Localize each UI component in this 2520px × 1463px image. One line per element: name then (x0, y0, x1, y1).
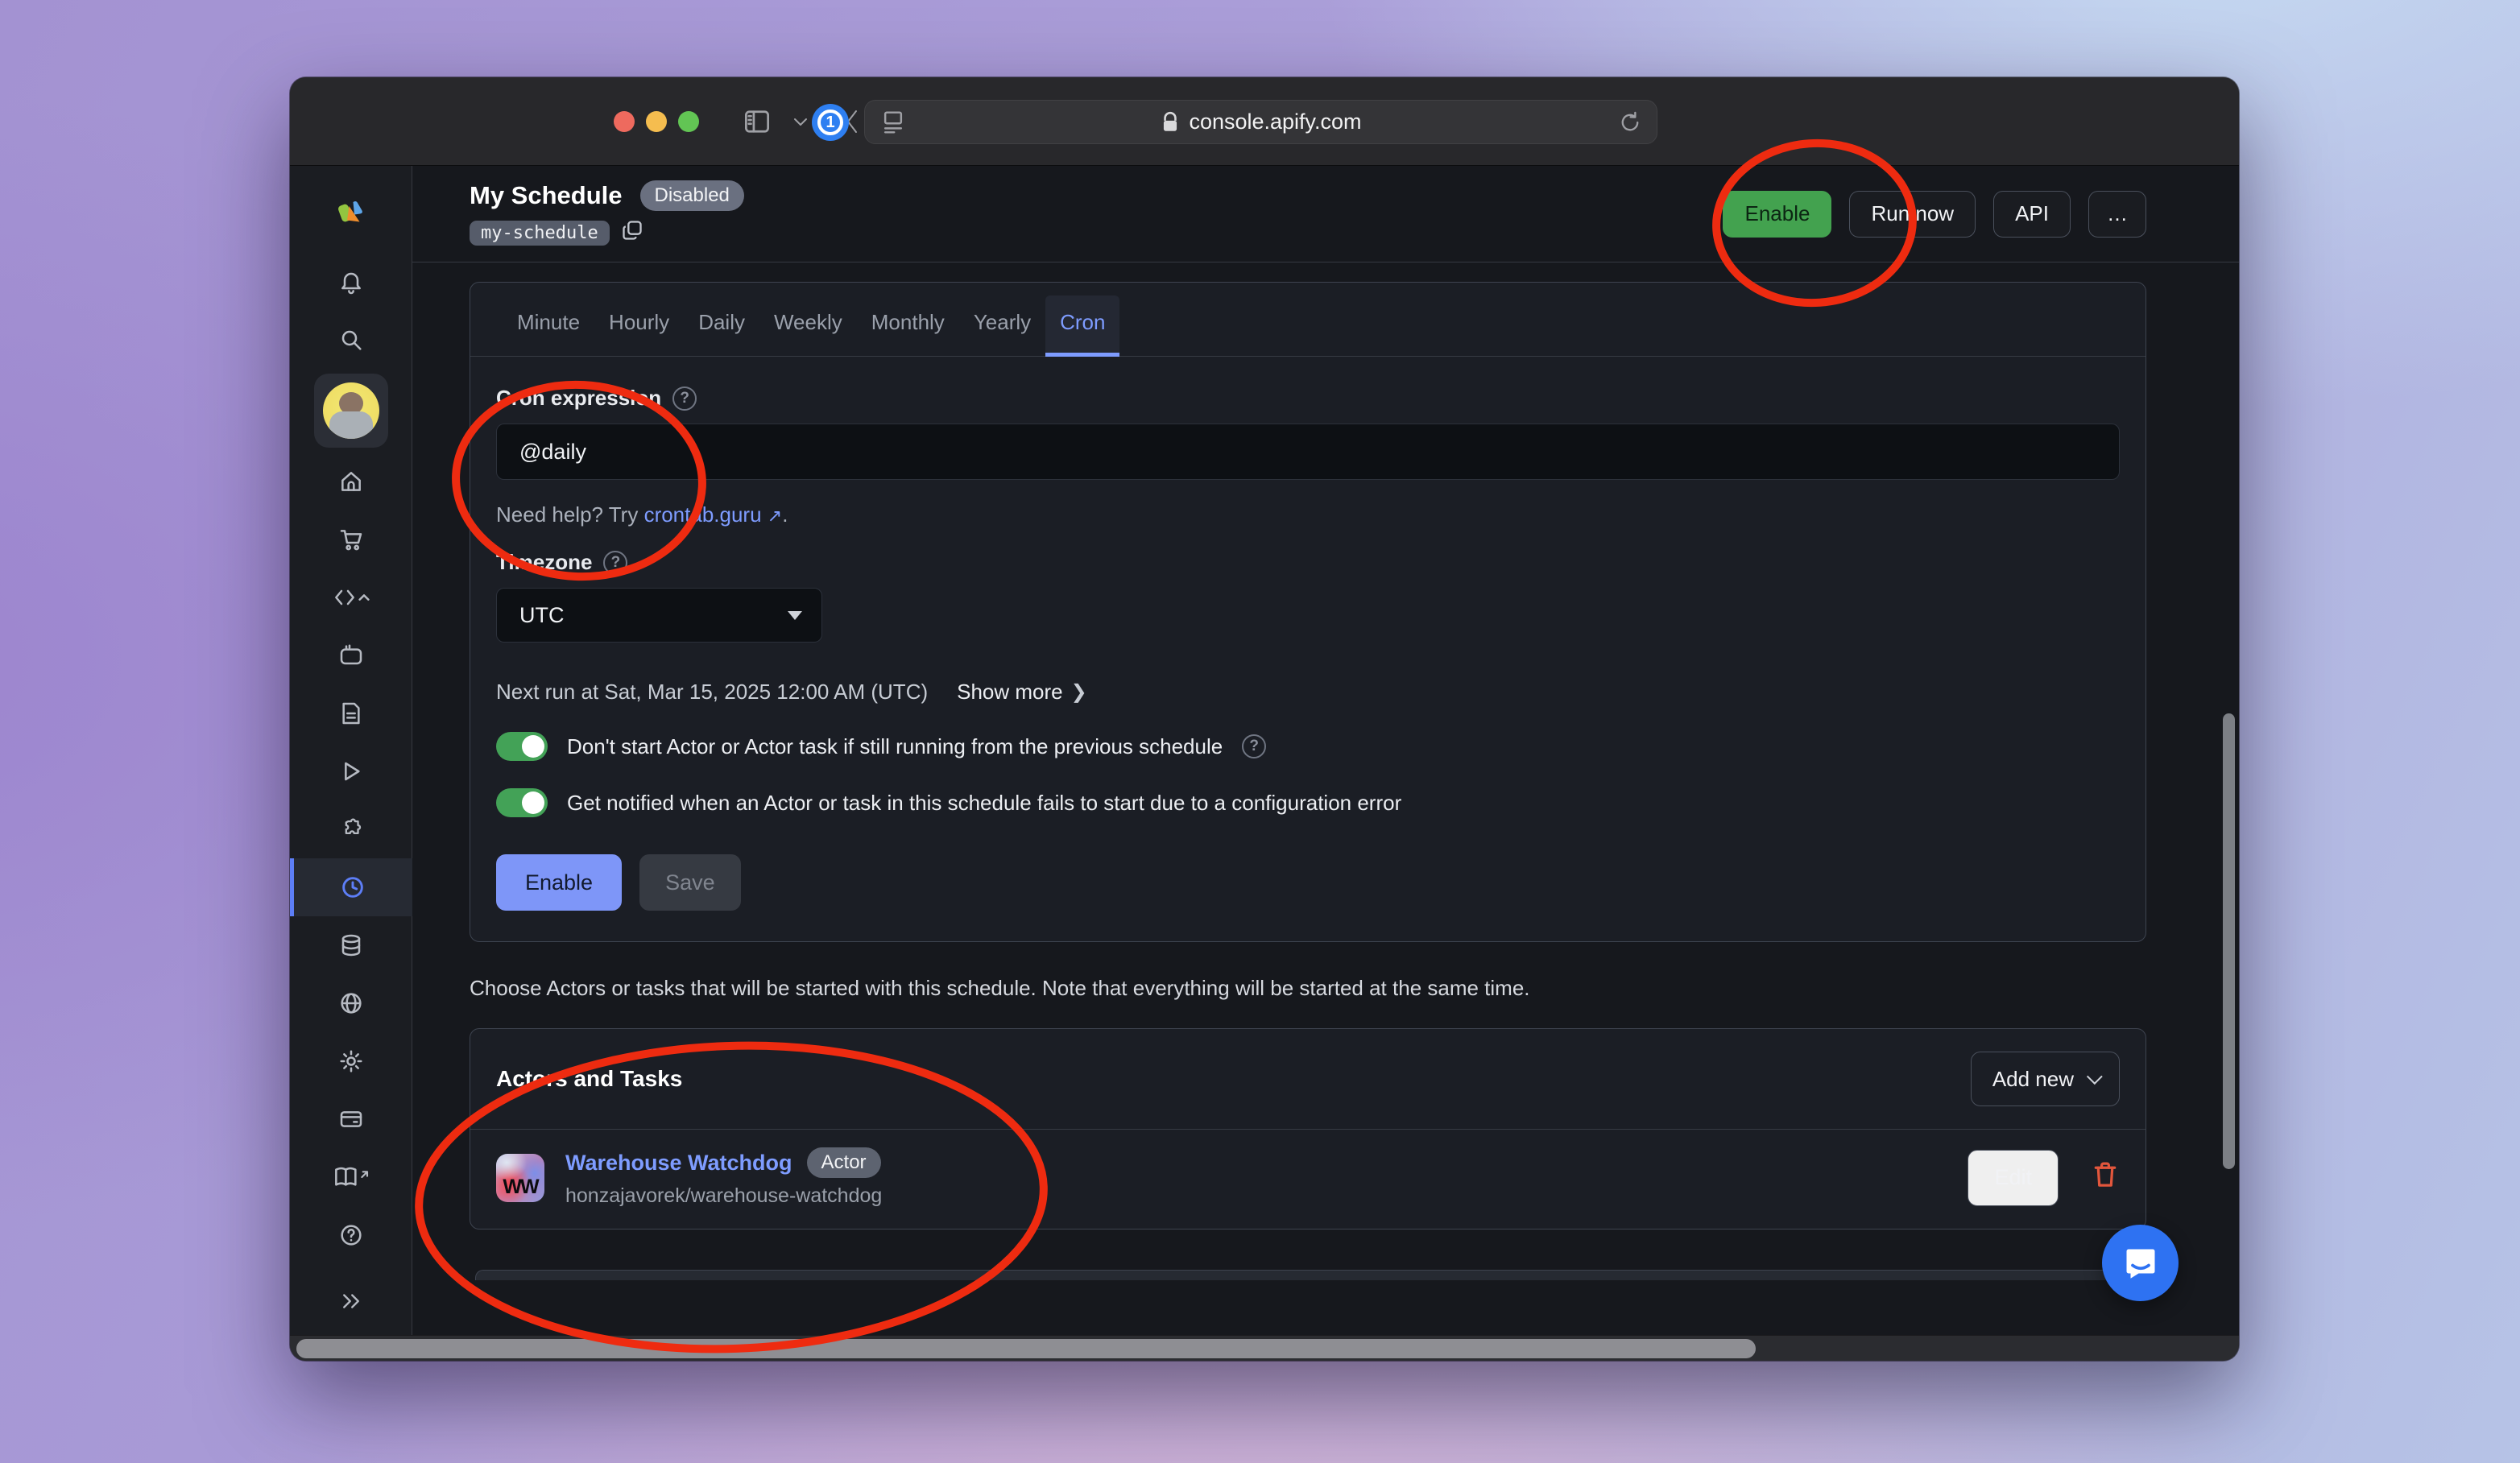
enable-button-form[interactable]: Enable (496, 854, 622, 911)
copy-icon[interactable] (621, 219, 643, 247)
notifications-bell-icon[interactable] (290, 253, 412, 311)
onepassword-extension-icon[interactable]: 1 (812, 104, 849, 141)
actor-handle: honzajavorek/warehouse-watchdog (565, 1184, 882, 1208)
horizontal-scrollbar-thumb[interactable] (296, 1339, 1756, 1358)
actor-row: WW Warehouse Watchdog Actor honzajavorek… (470, 1130, 2146, 1229)
chat-bubble-icon (2121, 1243, 2161, 1283)
cron-expression-input[interactable]: @daily (496, 424, 2120, 480)
minimize-window-button[interactable] (646, 111, 667, 132)
app-sidebar (290, 166, 412, 1335)
run-now-button[interactable]: Run now (1849, 191, 1976, 238)
expand-sidebar-icon[interactable] (290, 1272, 412, 1330)
storage-database-icon[interactable] (290, 916, 412, 974)
actor-name-link[interactable]: Warehouse Watchdog (565, 1151, 792, 1176)
timezone-label: Timezone (496, 550, 592, 575)
timezone-value: UTC (519, 603, 565, 628)
browser-titlebar: 1 console.apify.com (290, 77, 2239, 166)
chevron-down-icon[interactable] (788, 101, 813, 142)
schedules-clock-icon[interactable] (290, 858, 412, 916)
show-more-label: Show more (957, 680, 1063, 705)
main-content: My Schedule Disabled my-schedule Enable … (412, 166, 2239, 1335)
actor-avatar: WW (496, 1154, 544, 1202)
help-prefix-text: Need help? Try (496, 502, 644, 527)
frequency-tabs: Minute Hourly Daily Weekly Monthly Yearl… (470, 283, 2146, 357)
next-run-text: Next run at Sat, Mar 15, 2025 12:00 AM (… (496, 680, 928, 705)
page-title: My Schedule (470, 181, 623, 210)
home-icon[interactable] (290, 453, 412, 510)
next-section-sliver (475, 1270, 2138, 1280)
reload-icon[interactable] (1618, 102, 1642, 143)
add-new-button[interactable]: Add new (1971, 1052, 2120, 1106)
proxy-globe-icon[interactable] (290, 974, 412, 1032)
docs-book-icon[interactable] (290, 1148, 412, 1206)
save-button[interactable]: Save (639, 854, 741, 911)
chat-widget-button[interactable] (2102, 1225, 2179, 1301)
tab-daily[interactable]: Daily (684, 295, 759, 357)
schedule-settings-card: Minute Hourly Daily Weekly Monthly Yearl… (470, 282, 2146, 942)
integrations-puzzle-icon[interactable] (290, 800, 412, 858)
close-window-button[interactable] (614, 111, 635, 132)
dont-start-help-icon[interactable]: ? (1242, 734, 1266, 758)
status-badge: Disabled (640, 180, 744, 211)
chevron-right-icon: ❯ (1071, 680, 1087, 704)
zoom-window-button[interactable] (678, 111, 699, 132)
show-more-link[interactable]: Show more ❯ (957, 680, 1087, 705)
crontab-guru-link[interactable]: crontab.guru (644, 502, 762, 527)
cron-help-icon[interactable]: ? (672, 386, 697, 411)
trash-icon[interactable] (2091, 1159, 2120, 1196)
search-icon[interactable] (290, 311, 412, 369)
api-button[interactable]: API (1993, 191, 2071, 238)
help-suffix-text: . (782, 502, 788, 527)
actors-icon[interactable] (290, 626, 412, 684)
timezone-select[interactable]: UTC (496, 588, 822, 643)
dont-start-toggle[interactable] (496, 732, 548, 761)
more-actions-button[interactable]: … (2088, 191, 2146, 238)
actors-description: Choose Actors or tasks that will be star… (470, 976, 2146, 1001)
timezone-help-icon[interactable]: ? (603, 551, 627, 575)
select-caret-icon (788, 611, 802, 620)
page-header: My Schedule Disabled my-schedule Enable … (412, 166, 2239, 262)
actor-type-badge: Actor (807, 1147, 881, 1178)
page-format-icon[interactable] (881, 102, 905, 143)
chevron-down-icon (2087, 1068, 2103, 1085)
lock-icon (1161, 111, 1179, 134)
user-avatar[interactable] (290, 369, 412, 453)
development-code-icon[interactable] (290, 568, 412, 626)
actors-tasks-heading: Actors and Tasks (496, 1066, 682, 1092)
tab-minute[interactable]: Minute (503, 295, 594, 357)
notify-label: Get notified when an Actor or task in th… (567, 791, 1401, 816)
external-link-icon: ↗ (768, 506, 782, 526)
actors-tasks-card: Actors and Tasks Add new WW Warehouse Wa… (470, 1028, 2146, 1229)
address-bar[interactable]: console.apify.com (864, 100, 1657, 144)
tab-cron[interactable]: Cron (1045, 295, 1119, 357)
tab-monthly[interactable]: Monthly (857, 295, 959, 357)
horizontal-scrollbar-track (290, 1335, 2239, 1361)
store-cart-icon[interactable] (290, 510, 412, 568)
cron-expression-label: Cron expression (496, 386, 661, 411)
page-scroll-area: Minute Hourly Daily Weekly Monthly Yearl… (412, 262, 2239, 1335)
billing-card-icon[interactable] (290, 1090, 412, 1148)
tab-yearly[interactable]: Yearly (959, 295, 1045, 357)
settings-gear-icon[interactable] (290, 1032, 412, 1090)
schedule-id-pill: my-schedule (470, 221, 610, 246)
edit-button[interactable]: Edit (1968, 1150, 2059, 1206)
add-new-label: Add new (1992, 1067, 2074, 1092)
browser-window: 1 console.apify.com (290, 77, 2239, 1361)
help-icon[interactable] (290, 1206, 412, 1264)
sidebar-toggle-icon[interactable] (739, 101, 775, 142)
enable-button-header[interactable]: Enable (1723, 191, 1831, 238)
notify-toggle[interactable] (496, 788, 548, 817)
tab-hourly[interactable]: Hourly (594, 295, 684, 357)
dont-start-label: Don't start Actor or Actor task if still… (567, 734, 1223, 759)
saved-tasks-icon[interactable] (290, 684, 412, 742)
tab-weekly[interactable]: Weekly (759, 295, 857, 357)
cron-help-line: Need help? Try crontab.guru ↗. (496, 502, 2120, 527)
runs-play-icon[interactable] (290, 742, 412, 800)
url-text: console.apify.com (1189, 110, 1361, 134)
apify-logo[interactable] (290, 172, 412, 253)
vertical-scrollbar-thumb[interactable] (2223, 713, 2235, 1169)
